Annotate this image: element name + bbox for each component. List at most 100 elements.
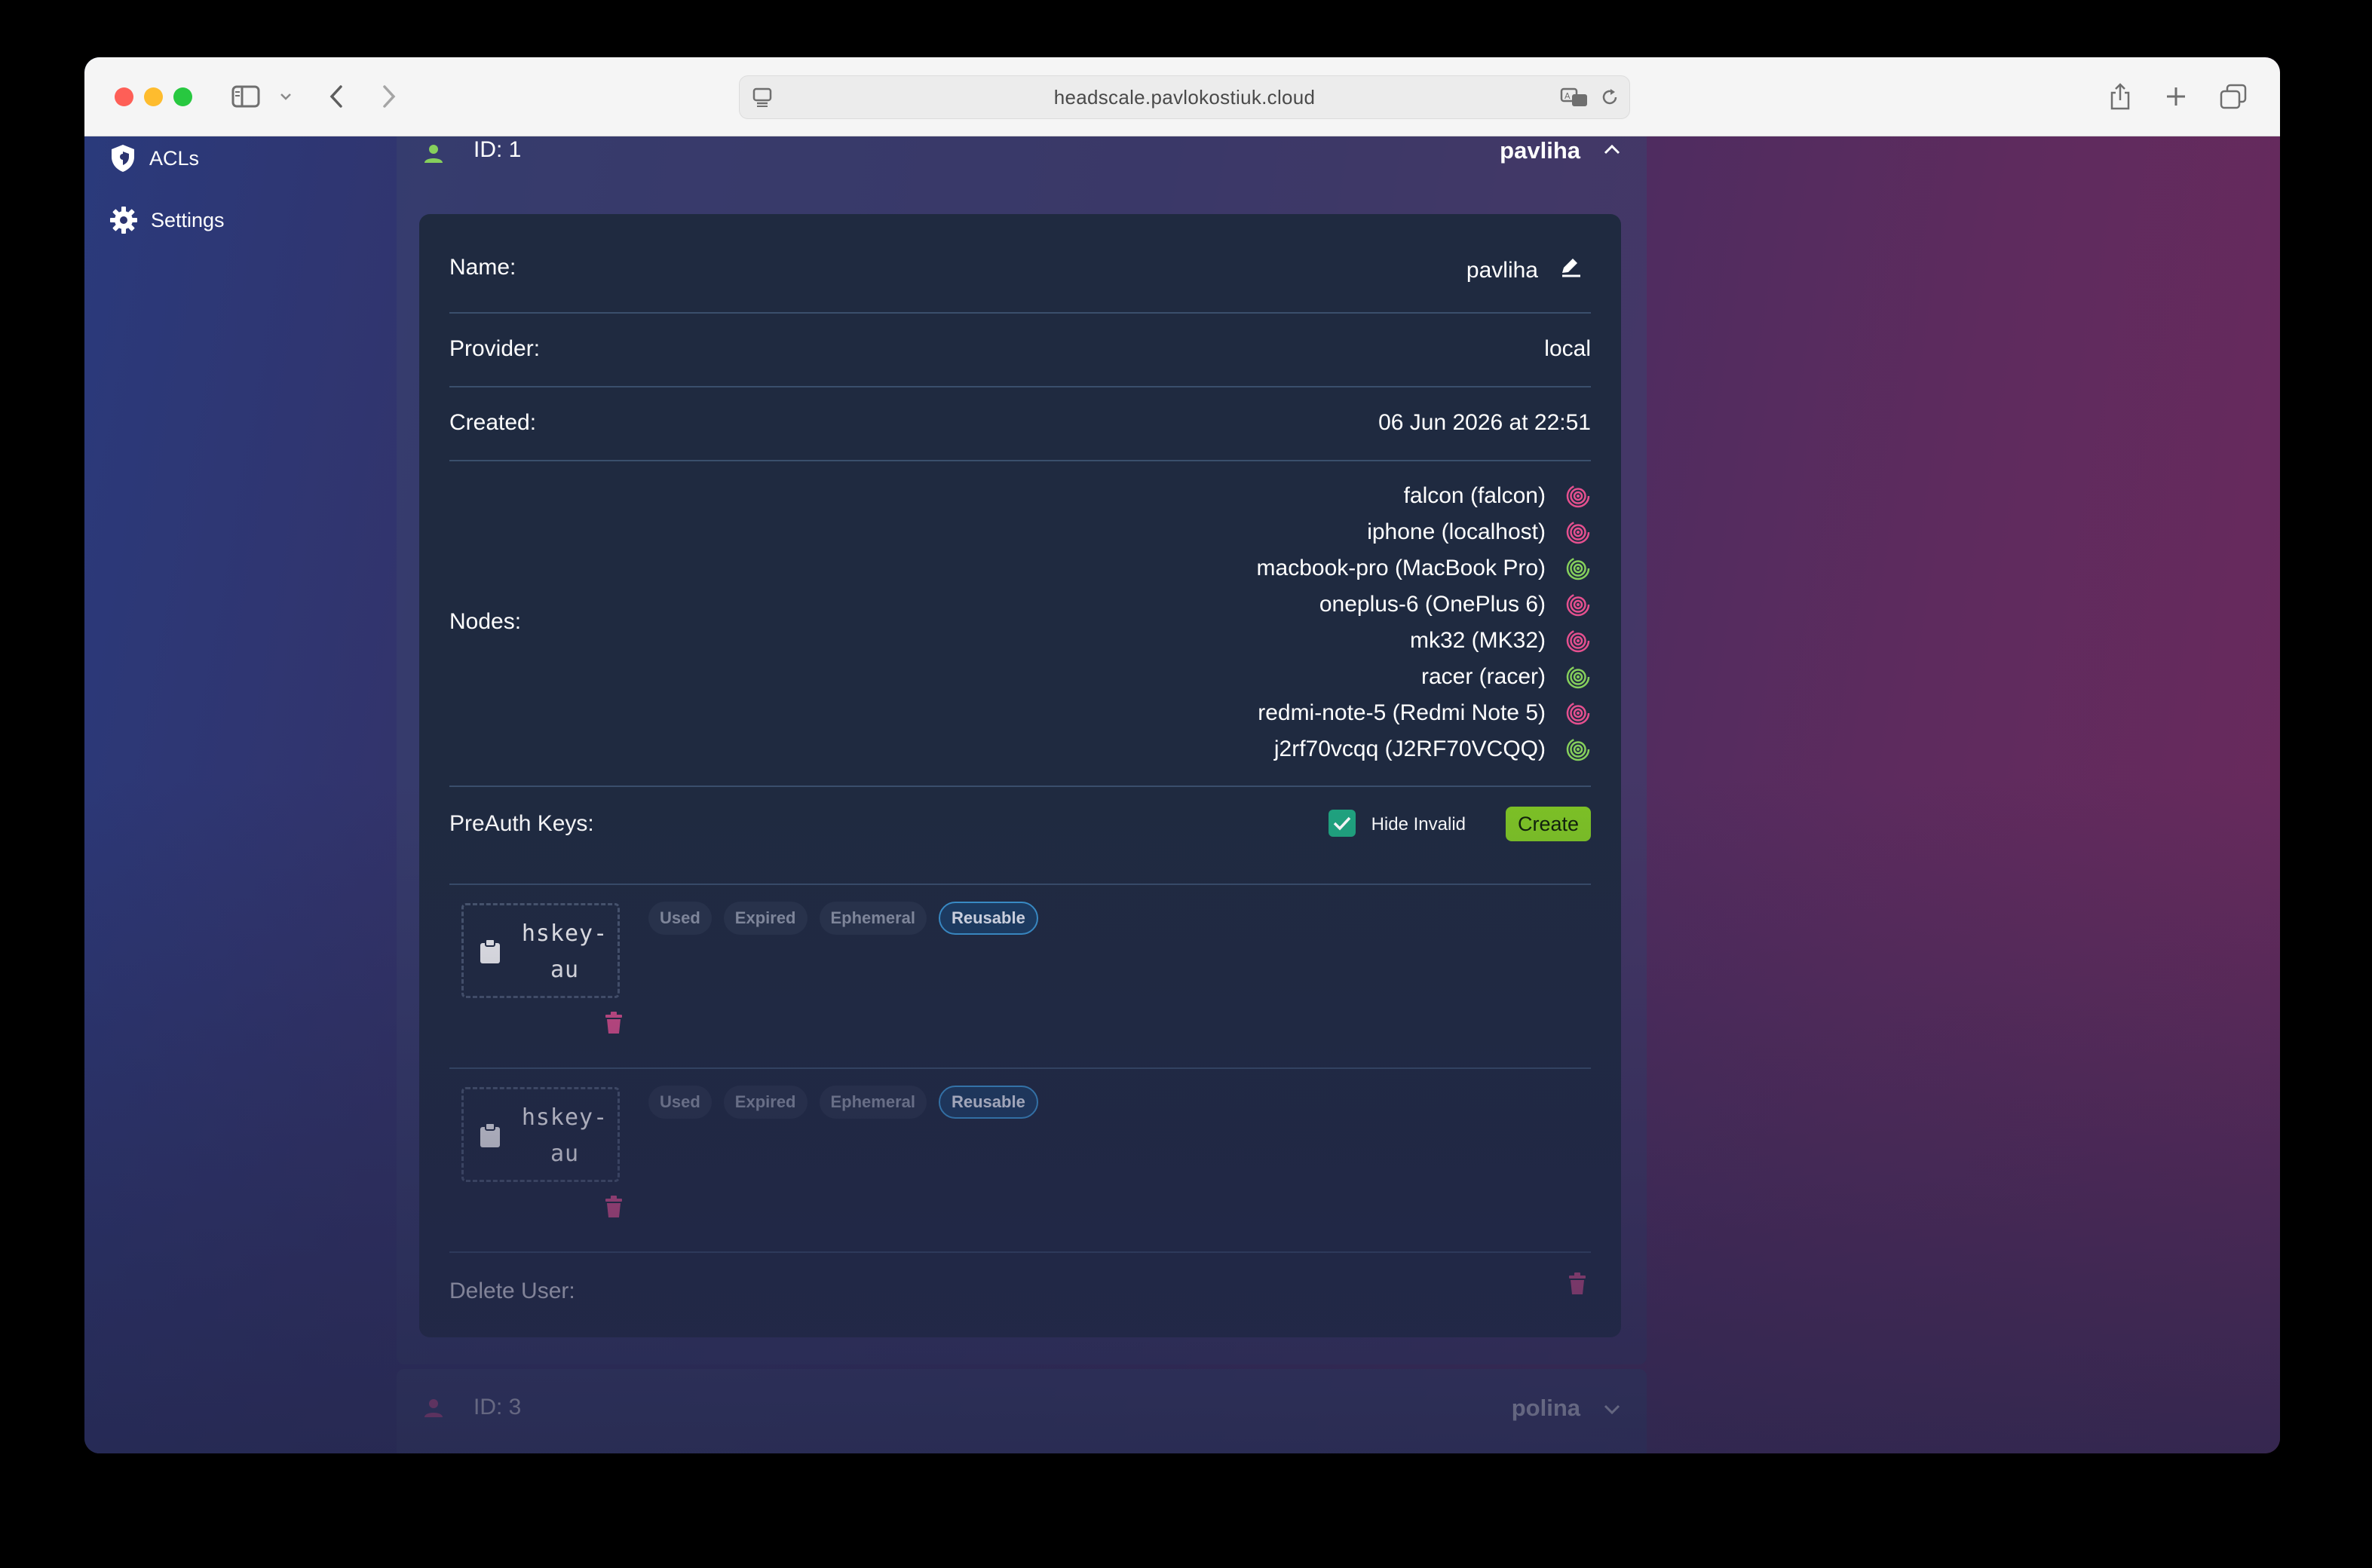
node-label: redmi-note-5 (Redmi Note 5) (1258, 700, 1546, 725)
node-label: j2rf70vcqq (J2RF70VCQQ) (1273, 737, 1546, 761)
hide-invalid-checkbox[interactable] (1329, 810, 1356, 837)
zoom-window-button[interactable] (173, 87, 192, 106)
minimize-window-button[interactable] (144, 87, 163, 106)
provider-value: local (1544, 336, 1591, 361)
node-offline-icon (1566, 484, 1590, 508)
tag-reusable: Reusable (939, 1086, 1038, 1119)
trash-icon[interactable] (605, 1196, 623, 1218)
browser-toolbar: headscale.pavlokostiuk.cloud A (84, 57, 2280, 136)
trash-icon[interactable] (1568, 1272, 1586, 1295)
translate-icon[interactable]: A (1560, 87, 1590, 108)
key-text: hskey- (521, 920, 608, 947)
user-icon (424, 145, 443, 163)
tag-ephemeral: Ephemeral (819, 1086, 927, 1119)
tag-expired: Expired (723, 1086, 808, 1119)
node-offline-icon (1566, 701, 1590, 725)
node-item: racer (racer) (1257, 659, 1591, 695)
hide-invalid-label: Hide Invalid (1371, 814, 1466, 835)
share-icon[interactable] (2107, 80, 2134, 113)
checkmark-icon (1333, 816, 1351, 831)
name-label: Name: (449, 255, 516, 280)
preauth-key-item: hskey- au Used Expired Ephemeral Reusable (449, 885, 1591, 1069)
key-text: au (550, 957, 580, 983)
delete-user-label: Delete User: (449, 1279, 575, 1303)
provider-label: Provider: (449, 336, 541, 361)
tag-ephemeral: Ephemeral (819, 902, 927, 935)
nodes-label: Nodes: (449, 609, 522, 634)
preauth-key-item: hskey- au Used Expired Ephemeral Reusable (449, 1069, 1591, 1253)
key-tags: Used Expired Ephemeral Reusable (648, 1086, 1050, 1119)
nodes-row: Nodes: falcon (falcon) iphone (localhost)… (449, 461, 1591, 787)
node-label: macbook-pro (MacBook Pro) (1256, 556, 1546, 580)
trash-icon[interactable] (605, 1012, 623, 1034)
node-item: oneplus-6 (OnePlus 6) (1257, 586, 1591, 623)
node-label: falcon (falcon) (1403, 483, 1546, 508)
address-bar[interactable]: headscale.pavlokostiuk.cloud A (739, 75, 1630, 119)
provider-row: Provider: local (449, 314, 1591, 387)
sidebar-item-settings[interactable]: Settings (110, 202, 225, 238)
close-window-button[interactable] (115, 87, 133, 106)
url-text: headscale.pavlokostiuk.cloud (1053, 86, 1316, 109)
node-label: racer (racer) (1420, 664, 1546, 689)
node-label: oneplus-6 (OnePlus 6) (1319, 592, 1546, 617)
sidebar-toggle-icon[interactable] (229, 80, 262, 113)
node-label: mk32 (MK32) (1409, 628, 1546, 653)
preauth-label: PreAuth Keys: (449, 811, 594, 836)
node-online-icon (1566, 556, 1590, 580)
tag-expired: Expired (723, 902, 808, 935)
created-row: Created: 06 Jun 2026 at 22:51 (449, 387, 1591, 461)
shield-icon (112, 145, 134, 172)
user-icon (424, 1399, 443, 1417)
sidebar-item-acls[interactable]: ACLs (110, 140, 199, 176)
tab-overview-icon[interactable] (2218, 80, 2248, 113)
node-online-icon (1566, 737, 1590, 761)
created-value: 06 Jun 2026 at 22:51 (1378, 410, 1591, 435)
sidebar-item-label: Settings (151, 208, 225, 231)
gear-icon (110, 207, 137, 234)
username: pavliha (1500, 137, 1580, 164)
node-item: macbook-pro (MacBook Pro) (1257, 550, 1591, 586)
user-panel-collapsed[interactable]: ID: 3 polina (397, 1369, 1647, 1453)
create-key-button[interactable]: Create (1505, 807, 1591, 841)
tag-used: Used (648, 902, 712, 935)
node-offline-icon (1566, 520, 1590, 544)
forward-icon[interactable] (377, 80, 401, 113)
key-text: au (550, 1141, 580, 1167)
user-header[interactable]: ID: 1 pavliha (397, 136, 1647, 188)
key-tags: Used Expired Ephemeral Reusable (648, 902, 1050, 935)
node-offline-icon (1566, 593, 1590, 617)
user-details-card: Name: pavliha Provider: local Created: 0… (419, 214, 1621, 1337)
svg-text:A: A (1564, 91, 1571, 101)
sidebar-item-label: ACLs (149, 146, 200, 170)
delete-user-row: Delete User: (449, 1253, 1591, 1328)
node-offline-icon (1566, 629, 1590, 653)
created-label: Created: (449, 410, 537, 435)
chevron-up-icon[interactable] (1603, 143, 1621, 155)
clipboard-icon (480, 939, 500, 963)
user-id: ID: 1 (473, 137, 522, 162)
clipboard-icon (480, 1122, 500, 1147)
node-item: j2rf70vcqq (J2RF70VCQQ) (1257, 731, 1591, 767)
tag-reusable: Reusable (939, 902, 1038, 935)
name-value: pavliha (1466, 258, 1538, 283)
preauth-row: PreAuth Keys: Hide Invalid Create (449, 787, 1591, 885)
key-text: hskey- (521, 1104, 608, 1131)
key-copy-box[interactable]: hskey- au (461, 1087, 620, 1182)
node-item: falcon (falcon) (1257, 478, 1591, 514)
key-copy-box[interactable]: hskey- au (461, 903, 620, 998)
back-icon[interactable] (324, 80, 348, 113)
node-online-icon (1566, 665, 1590, 689)
edit-icon[interactable] (1559, 256, 1583, 277)
chevron-down-icon[interactable] (1603, 1404, 1621, 1416)
node-label: iphone (localhost) (1367, 519, 1546, 544)
tag-used: Used (648, 1086, 712, 1119)
name-row: Name: pavliha (449, 214, 1591, 314)
node-list: falcon (falcon) iphone (localhost) macbook… (1257, 478, 1591, 767)
new-tab-icon[interactable] (2162, 80, 2190, 113)
user-panel-expanded: ID: 1 pavliha Name: pavliha Provider: lo… (397, 136, 1647, 1364)
node-item: redmi-note-5 (Redmi Note 5) (1257, 695, 1591, 731)
reload-icon[interactable] (1599, 87, 1620, 108)
node-item: iphone (localhost) (1257, 514, 1591, 550)
user-id: ID: 3 (473, 1395, 522, 1419)
chevron-down-icon[interactable] (277, 80, 294, 113)
